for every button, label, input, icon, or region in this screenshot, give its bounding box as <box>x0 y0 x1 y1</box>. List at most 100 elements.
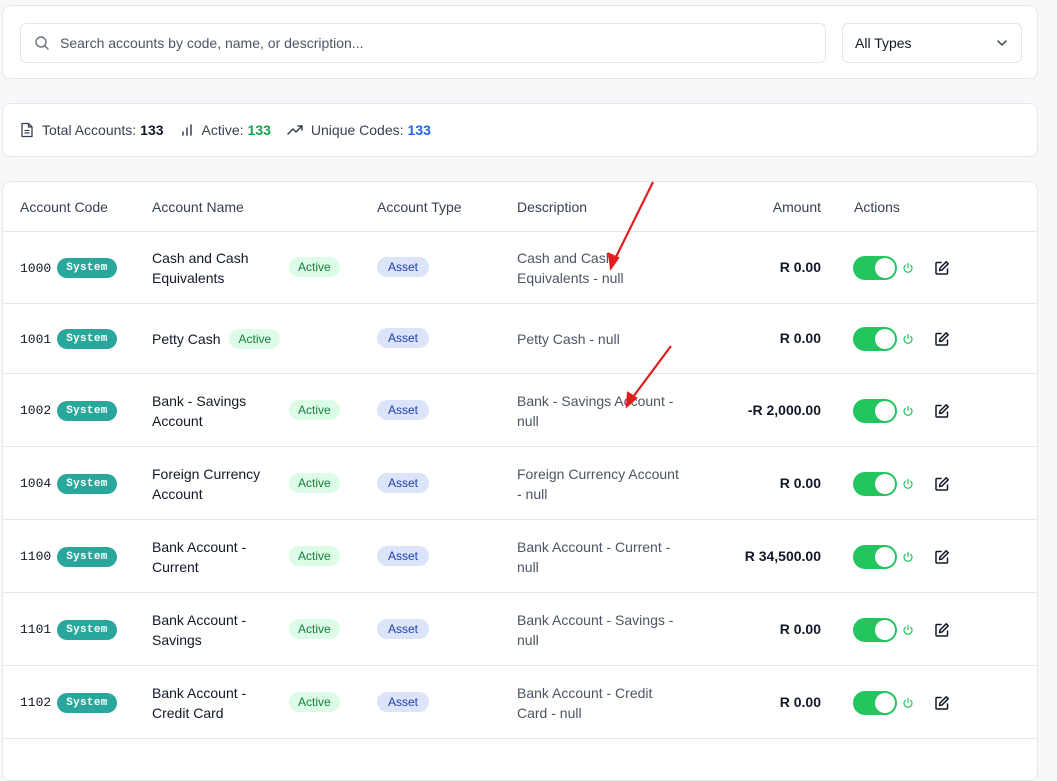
system-badge: System <box>57 473 117 494</box>
account-description: Bank Account - Current - null <box>517 538 671 575</box>
active-status-badge: Active <box>289 618 340 639</box>
search-card: All Types <box>2 5 1038 79</box>
header-description[interactable]: Description <box>517 199 587 215</box>
power-icon <box>903 551 913 562</box>
account-code-cell: 1004 System <box>20 472 117 496</box>
stat-unique-codes: Unique Codes: 133 <box>287 122 431 138</box>
account-description: Cash and Cash Equivalents - null <box>517 250 624 286</box>
account-description: Bank Account - Credit Card - null <box>517 684 653 721</box>
account-amount: R 0.00 <box>779 330 821 346</box>
account-name[interactable]: Cash and Cash Equivalents <box>152 248 272 288</box>
stat-total-value: 133 <box>140 122 164 138</box>
edit-icon[interactable] <box>934 622 950 638</box>
chevron-down-icon <box>997 40 1007 46</box>
active-toggle[interactable] <box>853 327 897 351</box>
account-type-badge: Asset <box>377 257 430 277</box>
account-code: 1000 <box>20 260 52 276</box>
system-badge: System <box>57 619 117 640</box>
power-icon <box>903 697 913 708</box>
account-type-badge: Asset <box>377 399 430 420</box>
table-row[interactable]: 1002 System Bank - Savings Account Activ… <box>3 374 1037 447</box>
edit-icon[interactable] <box>934 403 950 419</box>
search-icon <box>35 36 49 50</box>
stat-total-label: Total Accounts: <box>42 122 137 138</box>
account-code-cell: 1100 System <box>20 545 117 569</box>
stat-active-value: 133 <box>247 122 271 138</box>
trending-up-icon <box>287 125 303 135</box>
stat-active-label: Active: <box>201 122 244 138</box>
power-icon <box>903 624 913 635</box>
account-name[interactable]: Bank Account - Savings <box>152 610 262 650</box>
active-status-badge: Active <box>289 399 340 420</box>
header-actions: Actions <box>854 199 900 215</box>
account-amount: R 0.00 <box>779 259 821 275</box>
account-code-cell: 1000 System <box>20 256 117 280</box>
table-row[interactable]: 1101 System Bank Account - Savings Activ… <box>3 593 1037 666</box>
table-row[interactable]: 1000 System Cash and Cash Equivalents Ac… <box>3 232 1037 304</box>
account-name[interactable]: Foreign Currency Account <box>152 464 272 504</box>
account-code: 1004 <box>20 476 52 491</box>
account-amount: R 0.00 <box>779 620 821 637</box>
account-type-badge: Asset <box>377 618 430 639</box>
accounts-table: Account Code Account Name Account Type D… <box>2 181 1038 781</box>
edit-icon[interactable] <box>934 476 950 492</box>
active-toggle[interactable] <box>853 471 897 496</box>
table-header: Account Code Account Name Account Type D… <box>3 182 1037 232</box>
account-description: Petty Cash - null <box>517 331 620 347</box>
active-toggle[interactable] <box>853 398 897 423</box>
table-row[interactable]: 1004 System Foreign Currency Account Act… <box>3 447 1037 520</box>
active-status-badge: Active <box>229 329 281 349</box>
bar-chart-icon <box>181 124 192 136</box>
stat-total-accounts: Total Accounts: 133 <box>20 122 164 138</box>
account-code: 1101 <box>20 622 52 637</box>
system-badge: System <box>57 329 117 349</box>
account-name[interactable]: Bank Account - Current <box>152 537 262 577</box>
account-amount: -R 2,000.00 <box>747 401 821 418</box>
system-badge: System <box>57 692 117 713</box>
search-input[interactable] <box>60 35 780 51</box>
header-account-name[interactable]: Account Name <box>152 199 244 215</box>
account-description: Bank - Savings Account - null <box>517 392 674 429</box>
active-toggle[interactable] <box>853 544 897 569</box>
account-type-badge: Asset <box>377 328 430 348</box>
active-toggle[interactable] <box>853 690 897 715</box>
header-amount[interactable]: Amount <box>773 199 821 215</box>
active-toggle[interactable] <box>853 617 897 642</box>
power-icon <box>903 333 913 344</box>
power-icon <box>903 405 913 416</box>
edit-icon[interactable] <box>934 549 950 565</box>
account-description: Bank Account - Savings - null <box>517 611 674 648</box>
power-icon <box>903 262 913 273</box>
account-name[interactable]: Petty Cash <box>152 329 220 349</box>
header-account-code[interactable]: Account Code <box>20 199 108 215</box>
active-status-badge: Active <box>289 257 340 277</box>
account-code: 1002 <box>20 403 52 418</box>
account-name[interactable]: Bank - Savings Account <box>152 391 272 431</box>
account-type-badge: Asset <box>377 691 430 712</box>
account-name[interactable]: Bank Account - Credit Card <box>152 683 262 723</box>
table-row[interactable]: 1102 System Bank Account - Credit Card A… <box>3 666 1037 739</box>
account-type-select[interactable]: All Types <box>842 23 1022 63</box>
stat-active: Active: 133 <box>180 122 271 138</box>
account-type-badge: Asset <box>377 545 430 566</box>
edit-icon[interactable] <box>934 695 950 711</box>
account-amount: R 0.00 <box>779 693 821 710</box>
system-badge: System <box>57 258 117 278</box>
account-amount: R 0.00 <box>779 474 821 491</box>
stat-unique-label: Unique Codes: <box>310 122 404 138</box>
active-toggle[interactable] <box>853 256 897 280</box>
search-box[interactable] <box>20 23 826 63</box>
table-row[interactable]: 1100 System Bank Account - Current Activ… <box>3 520 1037 593</box>
account-description: Foreign Currency Account - null <box>517 465 679 502</box>
edit-icon[interactable] <box>934 331 950 347</box>
account-code: 1102 <box>20 695 52 710</box>
active-status-badge: Active <box>289 691 340 712</box>
document-icon <box>21 122 33 138</box>
table-row[interactable]: 1001 System Petty Cash Active Asset Pett… <box>3 304 1037 374</box>
account-code-cell: 1002 System <box>20 399 117 423</box>
edit-icon[interactable] <box>934 260 950 276</box>
account-code-cell: 1101 System <box>20 618 117 642</box>
stats-card: Total Accounts: 133 Active: 133 Unique C… <box>2 103 1038 157</box>
power-icon <box>903 478 913 489</box>
header-account-type[interactable]: Account Type <box>377 199 462 215</box>
